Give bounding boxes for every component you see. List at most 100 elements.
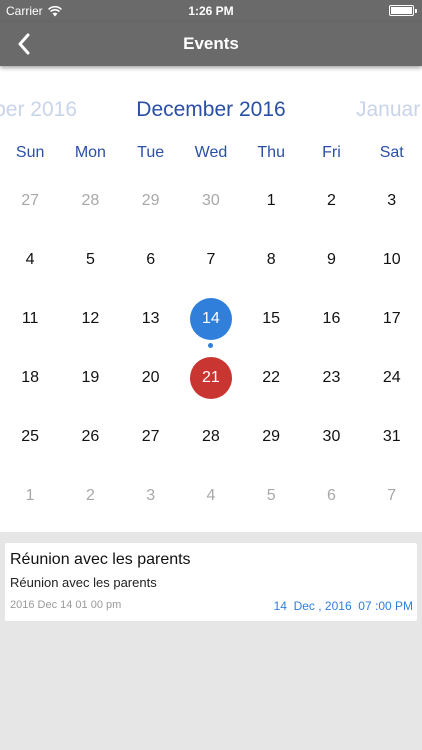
calendar-day[interactable]: 26 [60,406,120,465]
weekday-header: Sun Mon Tue Wed Thu Fri Sat [0,144,422,164]
battery-fill [391,7,412,14]
calendar-day[interactable]: 20 [121,347,181,406]
calendar-day[interactable]: 2 [301,170,361,229]
calendar-day[interactable]: 15 [241,288,301,347]
calendar-day[interactable]: 24 [362,347,422,406]
calendar-day[interactable]: 7 [181,229,241,288]
calendar-day[interactable]: 9 [301,229,361,288]
day-number: 20 [141,369,160,386]
day-number: 17 [382,310,401,327]
event-title: Réunion avec les parents [10,551,191,568]
day-number: 1 [266,192,276,209]
calendar-day[interactable]: 18 [0,347,60,406]
status-bar: Carrier 1:26 PM [0,0,422,22]
weekday-label: Sun [15,144,45,161]
day-number: 5 [266,487,276,504]
calendar-day[interactable]: 3 [121,465,181,524]
day-number: 21 [189,357,232,399]
day-number: 7 [206,251,216,268]
day-number: 31 [382,428,401,445]
calendar-week: 11 12 13 14 15 16 17 [0,288,422,348]
day-number: 8 [266,251,276,268]
calendar-day[interactable]: 25 [0,406,60,465]
calendar-week: 1 2 3 4 5 6 7 [0,465,422,524]
calendar-day[interactable]: 17 [362,288,422,347]
day-number: 3 [387,192,397,209]
calendar-day[interactable]: 3 [362,170,422,229]
day-number: 6 [146,251,156,268]
month-switcher: ber 2016 December 2016 Januar [0,98,422,130]
day-number: 5 [85,251,95,268]
calendar-day[interactable]: 7 [362,465,422,524]
day-number: 12 [81,310,100,327]
calendar-day[interactable]: 5 [241,465,301,524]
calendar-week: 4 5 6 7 8 9 10 [0,229,422,288]
calendar-day-selected[interactable]: 14 [181,288,241,348]
calendar-week: 18 19 20 21 22 23 24 [0,347,422,406]
day-number: 25 [21,428,40,445]
day-number: 30 [202,192,220,209]
day-number: 29 [141,192,160,209]
day-number: 13 [141,310,160,327]
calendar-day[interactable]: 11 [0,288,60,347]
event-date-raw: 2016 Dec 14 01 00 pm [10,599,122,611]
status-time: 1:26 PM [188,4,234,18]
calendar-day[interactable]: 1 [0,465,60,524]
calendar-day[interactable]: 4 [181,465,241,524]
day-number: 27 [141,428,160,445]
calendar-day[interactable]: 6 [301,465,361,524]
event-card[interactable]: Réunion avec les parents Réunion avec le… [5,543,417,621]
calendar-day[interactable]: 28 [181,406,241,465]
calendar-day-marked[interactable]: 21 [181,347,241,406]
day-number: 2 [327,192,336,209]
calendar-day[interactable]: 29 [121,170,181,229]
calendar-day[interactable]: 4 [0,229,60,288]
next-month-label[interactable]: Januar [356,98,420,122]
day-number: 11 [21,310,39,327]
day-number: 18 [21,369,40,386]
calendar-day[interactable]: 12 [60,288,120,347]
page-title: Events [183,34,239,53]
day-number: 23 [322,369,341,386]
calendar-day[interactable]: 30 [181,170,241,229]
calendar-day[interactable]: 2 [60,465,120,524]
calendar-day[interactable]: 10 [362,229,422,288]
day-number: 9 [327,251,336,268]
calendar: ber 2016 December 2016 Januar Sun Mon Tu… [0,66,422,532]
weekday-label: Fri [322,144,341,161]
day-number: 14 [189,298,232,340]
calendar-day[interactable]: 31 [362,406,422,465]
calendar-week: 27 28 29 30 1 2 3 [0,170,422,229]
calendar-day[interactable]: 5 [60,229,120,288]
calendar-day[interactable]: 6 [121,229,181,288]
battery-icon [389,5,417,16]
calendar-day[interactable]: 13 [121,288,181,347]
event-date-formatted: 14 Dec , 2016 07 :00 PM [273,599,413,613]
calendar-day[interactable]: 8 [241,229,301,288]
calendar-day[interactable]: 1 [241,170,301,229]
weekday-label: Mon [74,144,106,161]
calendar-day[interactable]: 29 [241,406,301,465]
event-subtitle: Réunion avec les parents [10,575,157,590]
calendar-day[interactable]: 27 [121,406,181,465]
day-number: 24 [382,369,401,386]
day-number: 10 [382,251,401,268]
day-number: 2 [85,487,95,504]
day-number: 1 [25,487,35,504]
weekday-label: Sat [379,144,404,161]
calendar-day[interactable]: 22 [241,347,301,406]
day-grid: 27 28 29 30 1 2 3 4 5 6 7 8 9 10 11 12 13 14 15 16 17 18 19 20 2… [0,170,422,524]
calendar-day[interactable]: 23 [301,347,361,406]
calendar-day[interactable]: 30 [301,406,361,465]
day-number: 4 [25,251,35,268]
calendar-day[interactable]: 19 [60,347,120,406]
calendar-day[interactable]: 16 [301,288,361,347]
calendar-day[interactable]: 28 [60,170,120,229]
calendar-day[interactable]: 27 [0,170,60,229]
day-number: 28 [202,428,220,445]
day-number: 26 [81,428,100,445]
day-number: 22 [262,369,281,386]
day-number: 30 [322,428,341,445]
day-number: 15 [262,310,281,327]
navigation-bar: Events [0,22,422,66]
